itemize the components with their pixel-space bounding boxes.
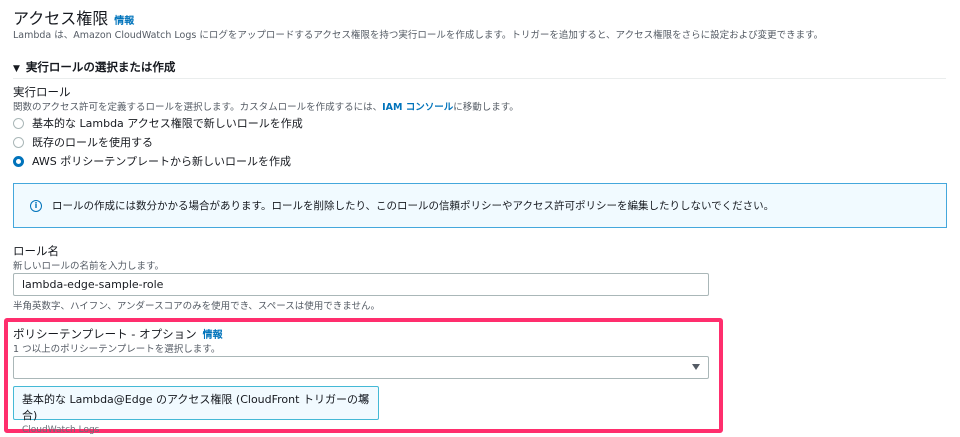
radio-basic-role[interactable]: 基本的な Lambda アクセス権限で新しいロールを作成	[13, 115, 303, 131]
close-icon[interactable]: ✕	[358, 390, 371, 408]
info-link[interactable]: 情報	[203, 330, 223, 341]
role-name-desc: 新しいロールの名前を入力します。	[13, 261, 165, 272]
radio-icon[interactable]	[13, 117, 24, 129]
exec-role-label: 実行ロール	[13, 85, 71, 99]
page-title: アクセス権限 情報	[13, 9, 135, 28]
role-name-label: ロール名	[13, 244, 59, 258]
policy-tag: 基本的な Lambda@Edge のアクセス権限 (CloudFront トリガ…	[13, 386, 379, 435]
radio-selected-icon[interactable]	[13, 155, 24, 167]
radio-icon[interactable]	[13, 136, 24, 148]
policy-label: ポリシーテンプレート - オプション 情報	[13, 327, 223, 341]
role-name-input[interactable]: lambda-edge-sample-role	[13, 273, 709, 296]
radio-existing-role[interactable]: 既存のロールを使用する	[13, 134, 153, 150]
iam-console-link[interactable]: IAM コンソール	[382, 102, 453, 113]
radio-policy-template-role[interactable]: AWS ポリシーテンプレートから新しいロールを作成	[13, 153, 291, 169]
exec-role-desc: 関数のアクセス許可を定義するロールを選択します。カスタムロールを作成するには、I…	[13, 102, 519, 113]
role-name-hint: 半角英数字、ハイフン、アンダースコアのみを使用でき、スペースは使用できません。	[13, 301, 380, 312]
policy-template-select[interactable]	[13, 356, 709, 379]
divider	[13, 78, 946, 79]
caret-down-icon	[692, 364, 700, 370]
info-alert: i ロールの作成には数分かかる場合があります。ロールを削除したり、このロールの信頼…	[13, 183, 947, 228]
page-description: Lambda は、Amazon CloudWatch Logs にログをアップロ…	[13, 30, 824, 41]
policy-desc: 1 つ以上のポリシーテンプレートを選択します。	[13, 344, 221, 355]
caret-down-icon: ▼	[13, 64, 20, 74]
section-toggle[interactable]: ▼ 実行ロールの選択または作成	[13, 59, 175, 75]
info-icon: i	[30, 199, 42, 212]
info-link[interactable]: 情報	[114, 16, 134, 27]
